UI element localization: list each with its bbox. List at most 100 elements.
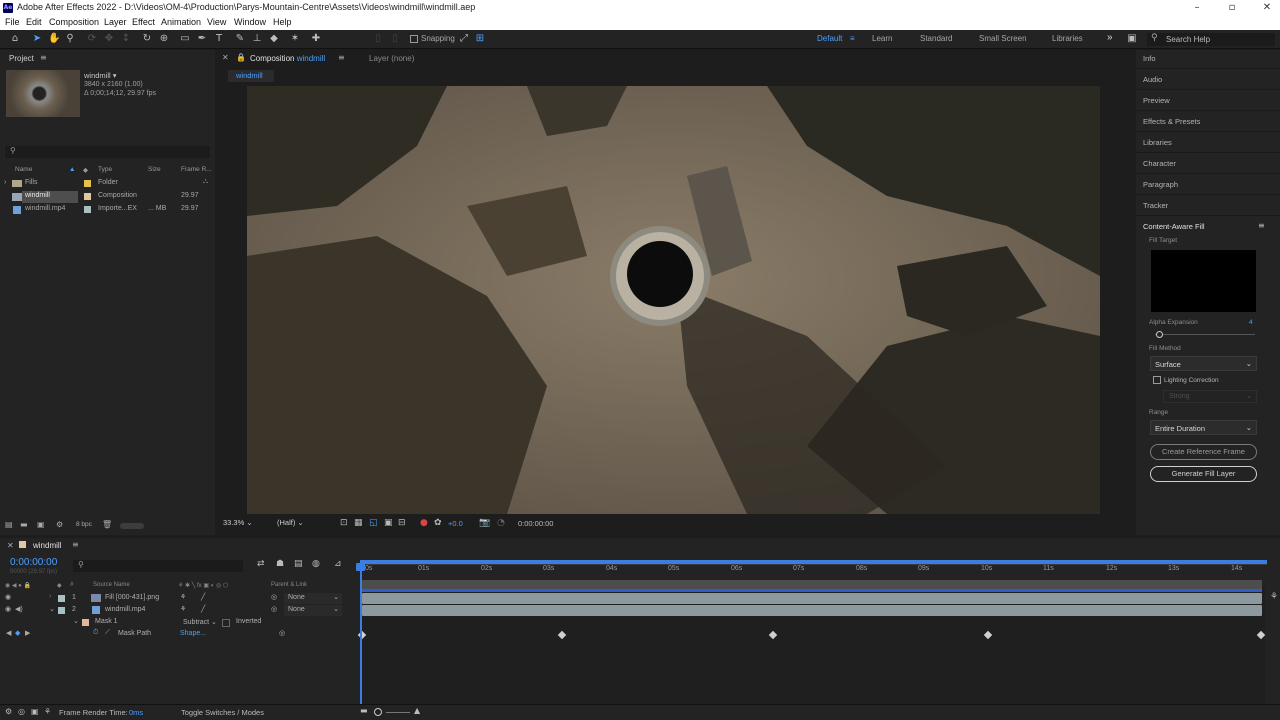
frame-blending-icon[interactable]: ▤ bbox=[294, 559, 303, 569]
transfer-controls-icon[interactable]: ▣ bbox=[31, 707, 39, 716]
exposure-value[interactable]: +0.0 bbox=[448, 519, 463, 528]
panel-character[interactable]: Character bbox=[1143, 159, 1176, 168]
collapse-arrow-icon[interactable]: ⌄ bbox=[49, 605, 55, 613]
playhead-handle[interactable] bbox=[356, 563, 365, 571]
col-name[interactable]: Name bbox=[15, 166, 32, 173]
project-row-fills[interactable]: › Fills Folder ⛬ bbox=[0, 178, 215, 191]
pick-whip-icon[interactable]: ◎ bbox=[271, 605, 277, 613]
generate-fill-layer-button[interactable]: Generate Fill Layer bbox=[1150, 466, 1257, 482]
col-frame-rate[interactable]: Frame R... bbox=[181, 166, 212, 173]
shy-switch-icon[interactable]: ⚘ bbox=[180, 593, 186, 601]
close-tab-icon[interactable]: ✕ bbox=[7, 541, 14, 550]
expand-arrow-icon[interactable]: › bbox=[49, 593, 51, 600]
panel-effects-presets[interactable]: Effects & Presets bbox=[1143, 117, 1200, 126]
selection-tool-icon[interactable]: ➤ bbox=[31, 33, 43, 45]
snap-options-icon[interactable]: ⤢ bbox=[458, 33, 470, 45]
label-color-swatch[interactable] bbox=[84, 206, 91, 213]
minimize-icon[interactable]: – bbox=[1188, 1, 1206, 15]
menu-file[interactable]: File bbox=[5, 17, 20, 27]
composition-viewer[interactable] bbox=[247, 86, 1100, 514]
workspace-libraries[interactable]: Libraries bbox=[1052, 34, 1083, 43]
magnification-dropdown[interactable]: 33.3% ⌄ bbox=[223, 518, 265, 531]
timeline-navigator-icon[interactable]: ⚘ bbox=[1270, 592, 1278, 602]
resolution-dropdown[interactable]: (Half) ⌄ bbox=[277, 518, 329, 531]
orbit-tool-icon[interactable]: ⟳ bbox=[86, 33, 98, 45]
caf-menu-icon[interactable]: ≡ bbox=[1258, 221, 1265, 230]
in-out-icon[interactable]: ⚘ bbox=[44, 707, 51, 716]
timeline-tab[interactable]: windmill bbox=[33, 541, 61, 550]
source-name-header[interactable]: Source Name bbox=[93, 582, 130, 588]
lighting-correction-checkbox[interactable] bbox=[1153, 376, 1161, 384]
pick-whip-icon[interactable]: ◎ bbox=[279, 629, 285, 637]
menu-composition[interactable]: Composition bbox=[49, 17, 99, 27]
layer-2-bar[interactable] bbox=[362, 605, 1262, 616]
render-time-icon[interactable]: ⚙ bbox=[5, 707, 12, 716]
comp-navigator-tab[interactable]: windmill bbox=[228, 70, 274, 82]
menu-layer[interactable]: Layer bbox=[104, 17, 127, 27]
snapping-checkbox[interactable] bbox=[410, 35, 418, 43]
mask-row[interactable]: ⌄ Mask 1 Subtract ⌄ Inverted bbox=[0, 617, 360, 629]
eraser-tool-icon[interactable]: ◆ bbox=[268, 33, 280, 45]
quality-switch-icon[interactable]: ╱ bbox=[201, 605, 205, 613]
snapshot-icon[interactable]: 📷 bbox=[479, 518, 490, 528]
graph-icon[interactable]: ⟋ bbox=[105, 629, 110, 637]
quality-switch-icon[interactable]: ╱ bbox=[201, 593, 205, 601]
workspace-small-screen[interactable]: Small Screen bbox=[979, 34, 1027, 43]
align-center-icon[interactable]: ▯ bbox=[389, 33, 401, 45]
composition-tab[interactable]: Composition windmill bbox=[250, 54, 325, 63]
timeline-menu-icon[interactable]: ≡ bbox=[72, 540, 79, 549]
new-composition-icon[interactable]: ▣ bbox=[37, 520, 45, 529]
sort-ascending-icon[interactable]: ▲ bbox=[69, 166, 75, 173]
playhead[interactable] bbox=[360, 565, 362, 704]
pick-whip-icon[interactable]: ◎ bbox=[271, 593, 277, 601]
project-tab[interactable]: Project bbox=[9, 54, 34, 63]
transparency-grid-icon[interactable]: ▦ bbox=[354, 518, 363, 528]
layer-row-1[interactable]: ◉ › 1 Fill [000-431].png ⚘ ╱ ◎ None ⌄ bbox=[0, 593, 360, 605]
create-reference-frame-button[interactable]: Create Reference Frame bbox=[1150, 444, 1257, 460]
snap-grid-icon[interactable]: ⊞ bbox=[474, 33, 486, 45]
keyframe-diamond-icon[interactable]: ◆ bbox=[15, 629, 20, 637]
parent-link-header[interactable]: Parent & Link bbox=[271, 582, 307, 588]
range-dropdown[interactable]: Entire Duration ⌄ bbox=[1150, 420, 1257, 435]
home-icon[interactable]: ⌂ bbox=[9, 33, 21, 45]
panel-info[interactable]: Info bbox=[1143, 54, 1156, 63]
bit-depth[interactable]: 8 bpc bbox=[76, 521, 92, 528]
eye-icon[interactable]: ◉ bbox=[5, 605, 11, 613]
shy-layers-icon[interactable]: ☗ bbox=[276, 559, 284, 569]
layer-tab[interactable]: Layer (none) bbox=[369, 54, 414, 63]
lighting-strength-dropdown[interactable]: Strong ⌄ bbox=[1163, 390, 1257, 403]
collapse-arrow-icon[interactable]: ⌄ bbox=[73, 617, 79, 625]
panel-content-aware-fill[interactable]: Content-Aware Fill bbox=[1143, 222, 1205, 231]
label-column-icon[interactable]: ◆ bbox=[57, 582, 62, 589]
more-workspaces-icon[interactable]: » bbox=[1107, 32, 1113, 43]
pan-behind-tool-icon[interactable]: ⊕ bbox=[158, 33, 170, 45]
panel-audio[interactable]: Audio bbox=[1143, 75, 1162, 84]
close-icon[interactable]: ✕ bbox=[1258, 1, 1276, 15]
menu-help[interactable]: Help bbox=[273, 17, 292, 27]
label-color-swatch[interactable] bbox=[84, 180, 91, 187]
timeline-zoom-track[interactable] bbox=[386, 712, 410, 713]
workspace-menu-icon[interactable]: ≡ bbox=[850, 34, 855, 43]
rotation-tool-icon[interactable]: ↻ bbox=[141, 33, 153, 45]
brush-tool-icon[interactable]: ✎ bbox=[234, 33, 246, 45]
mask-visibility-icon[interactable]: ◱ bbox=[369, 518, 378, 528]
mask-color-swatch[interactable] bbox=[82, 619, 89, 626]
mask-mode-dropdown[interactable]: Subtract ⌄ bbox=[183, 618, 217, 626]
graph-editor-icon[interactable]: ⊿ bbox=[334, 559, 342, 569]
layer-switches-icon[interactable]: ◎ bbox=[18, 707, 25, 716]
prev-keyframe-icon[interactable]: ◀ bbox=[6, 629, 11, 637]
layer-row-2[interactable]: ◉ ◀) ⌄ 2 windmill.mp4 ⚘ ╱ ◎ None ⌄ bbox=[0, 605, 360, 617]
label-color-swatch[interactable] bbox=[58, 595, 65, 602]
pen-tool-icon[interactable]: ✒ bbox=[196, 33, 208, 45]
rectangle-tool-icon[interactable]: ▭ bbox=[179, 33, 191, 45]
zoom-out-icon[interactable]: ▬ bbox=[360, 706, 368, 715]
expand-arrow-icon[interactable]: › bbox=[4, 179, 6, 186]
menu-window[interactable]: Window bbox=[234, 17, 266, 27]
pan-tool-icon[interactable]: ✥ bbox=[103, 33, 115, 45]
menu-animation[interactable]: Animation bbox=[161, 17, 201, 27]
alpha-expansion-track[interactable] bbox=[1155, 334, 1255, 335]
label-column-icon[interactable]: ◆ bbox=[83, 166, 88, 174]
grid-icon[interactable]: ⊟ bbox=[398, 518, 406, 528]
puppet-tool-icon[interactable]: ✚ bbox=[310, 33, 322, 45]
project-search-input[interactable]: ⚲ bbox=[5, 146, 210, 158]
